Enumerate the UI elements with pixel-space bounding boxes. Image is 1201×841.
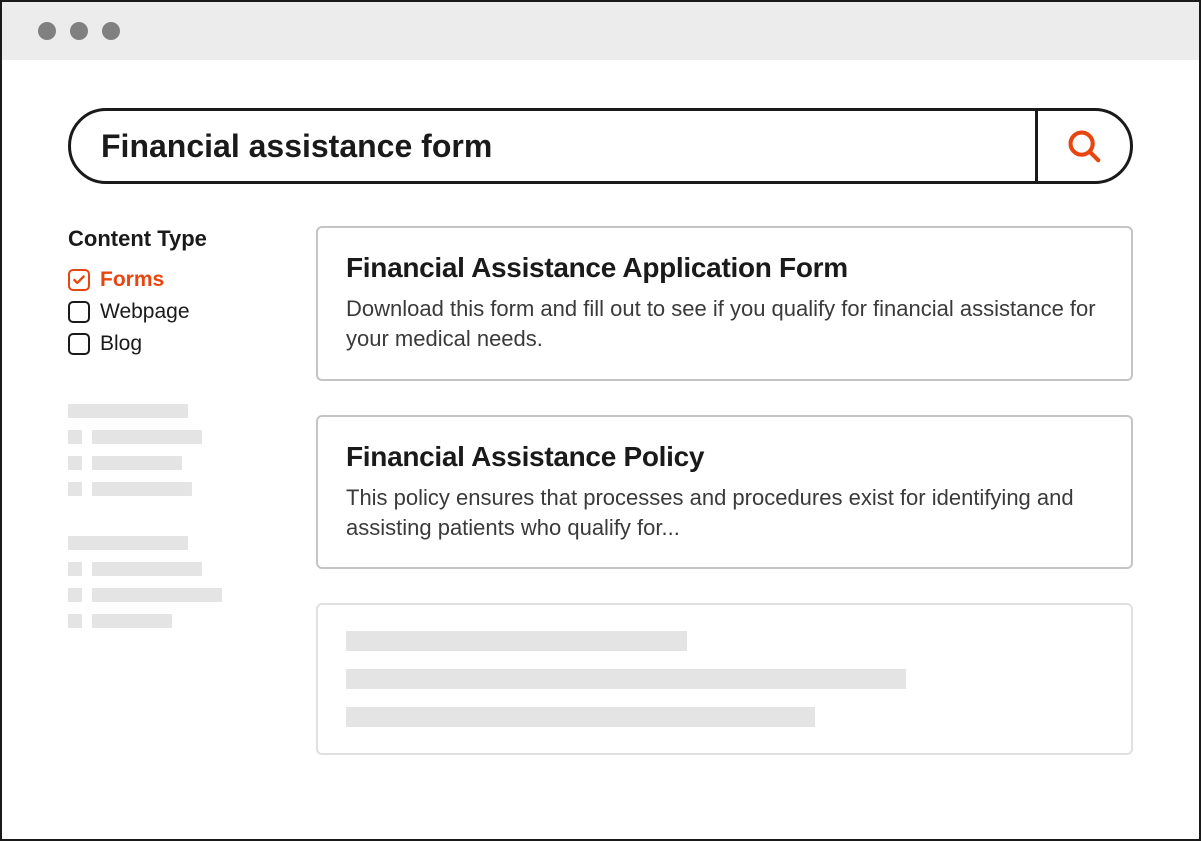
- result-card[interactable]: Financial Assistance Policy This policy …: [316, 415, 1133, 570]
- result-card[interactable]: Financial Assistance Application Form Do…: [316, 226, 1133, 381]
- skeleton-result-card: [316, 603, 1133, 755]
- skeleton-filter-group: [68, 536, 268, 628]
- search-input[interactable]: [71, 111, 1035, 181]
- filter-label: Webpage: [100, 300, 190, 324]
- checkbox-blog[interactable]: [68, 333, 90, 355]
- filter-heading: Content Type: [68, 226, 268, 252]
- main-area: Content Type Forms Webpage Blog: [68, 226, 1133, 755]
- filter-option-blog[interactable]: Blog: [68, 332, 268, 356]
- skeleton-filter-group: [68, 404, 268, 496]
- search-bar: [68, 108, 1133, 184]
- result-description: Download this form and fill out to see i…: [346, 294, 1103, 355]
- page-content: Content Type Forms Webpage Blog: [2, 60, 1199, 755]
- results-list: Financial Assistance Application Form Do…: [316, 226, 1133, 755]
- checkbox-forms[interactable]: [68, 269, 90, 291]
- filter-option-webpage[interactable]: Webpage: [68, 300, 268, 324]
- checkmark-icon: [72, 273, 86, 287]
- result-title: Financial Assistance Policy: [346, 441, 1103, 473]
- traffic-light-minimize[interactable]: [70, 22, 88, 40]
- search-icon: [1065, 127, 1103, 165]
- filter-sidebar: Content Type Forms Webpage Blog: [68, 226, 268, 755]
- filter-label: Forms: [100, 268, 164, 292]
- filter-label: Blog: [100, 332, 142, 356]
- filter-option-forms[interactable]: Forms: [68, 268, 268, 292]
- window-titlebar: [2, 2, 1199, 60]
- result-title: Financial Assistance Application Form: [346, 252, 1103, 284]
- result-description: This policy ensures that processes and p…: [346, 483, 1103, 544]
- traffic-light-maximize[interactable]: [102, 22, 120, 40]
- checkbox-webpage[interactable]: [68, 301, 90, 323]
- search-button[interactable]: [1038, 111, 1130, 181]
- traffic-light-close[interactable]: [38, 22, 56, 40]
